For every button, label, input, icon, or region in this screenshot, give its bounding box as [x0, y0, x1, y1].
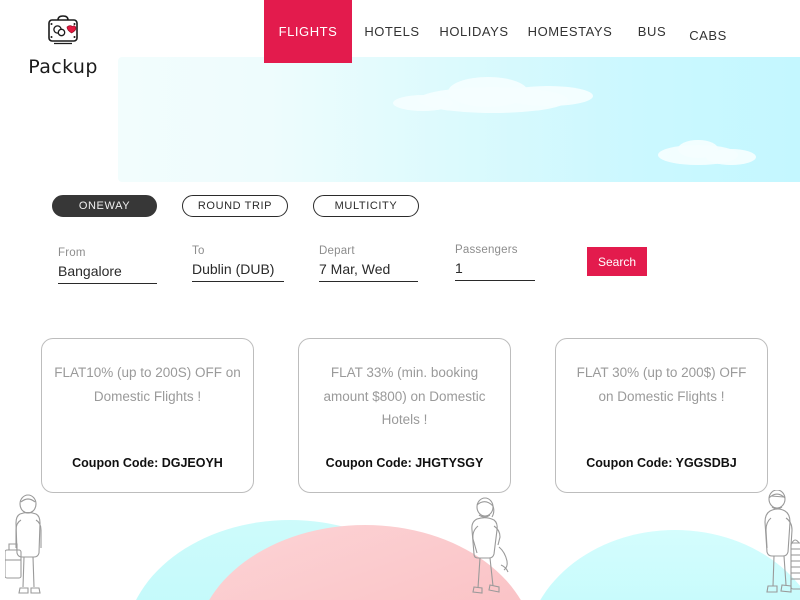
offer-card[interactable]: FLAT 30% (up to 200$) OFF on Domestic Fl… [555, 338, 768, 493]
from-field: From Bangalore [58, 247, 157, 284]
suitcase-icon [18, 14, 108, 55]
traveler-figure-icon [4, 490, 51, 600]
to-field: To Dublin (DUB) [192, 245, 284, 282]
trip-type-oneway[interactable]: ONEWAY [52, 195, 157, 217]
nav-item-cabs[interactable]: CABS [680, 0, 736, 63]
traveler-figure-icon [758, 490, 800, 600]
trip-type-round-trip[interactable]: ROUND TRIP [182, 195, 288, 217]
passengers-label: Passengers [455, 244, 518, 256]
passengers-field: Passengers 1 [455, 244, 535, 281]
traveler-figure-icon [463, 495, 511, 600]
footer-illustration [0, 490, 800, 600]
offer-card-list: FLAT10% (up to 200S) OFF on Domestic Fli… [41, 338, 768, 493]
cloud-shape-icon [393, 95, 453, 111]
nav-item-flights[interactable]: FLIGHTS [264, 0, 352, 63]
nav-item-homestays[interactable]: HOMESTAYS [516, 0, 624, 63]
depart-label: Depart [319, 245, 355, 257]
cloud-shape-icon [706, 149, 756, 165]
offer-description: FLAT 33% (min. booking amount $800) on D… [323, 365, 486, 428]
brand-name: Packup [28, 56, 98, 78]
passengers-input[interactable]: 1 [455, 260, 535, 281]
search-button[interactable]: Search [587, 247, 647, 276]
to-input[interactable]: Dublin (DUB) [192, 261, 284, 282]
brand-logo[interactable]: Packup [18, 14, 108, 78]
nav-item-bus[interactable]: BUS [624, 0, 680, 63]
depart-input[interactable]: 7 Mar, Wed [319, 261, 418, 282]
offer-description: FLAT10% (up to 200S) OFF on Domestic Fli… [54, 365, 241, 404]
trip-type-selector: ONEWAY ROUND TRIP MULTICITY [52, 195, 419, 217]
cloud-shape-icon [503, 86, 593, 106]
depart-field: Depart 7 Mar, Wed [319, 245, 418, 282]
nav-item-hotels[interactable]: HOTELS [352, 0, 432, 63]
page-root: Packup FLIGHTS HOTELS HOLIDAYS HOMESTAYS… [0, 0, 800, 600]
nav-item-holidays[interactable]: HOLIDAYS [432, 0, 516, 63]
trip-type-multicity[interactable]: MULTICITY [313, 195, 419, 217]
offer-card[interactable]: FLAT 33% (min. booking amount $800) on D… [298, 338, 511, 493]
offer-coupon-code: Coupon Code: DGJEOYH [72, 456, 223, 470]
main-navigation: FLIGHTS HOTELS HOLIDAYS HOMESTAYS BUS CA… [264, 0, 736, 63]
hero-banner [118, 57, 800, 182]
to-label: To [192, 245, 205, 257]
from-label: From [58, 247, 86, 259]
offer-coupon-code: Coupon Code: YGGSDBJ [586, 456, 737, 470]
offer-card[interactable]: FLAT10% (up to 200S) OFF on Domestic Fli… [41, 338, 254, 493]
from-input[interactable]: Bangalore [58, 263, 157, 284]
offer-description: FLAT 30% (up to 200$) OFF on Domestic Fl… [576, 365, 747, 404]
offer-coupon-code: Coupon Code: JHGTYSGY [325, 456, 484, 470]
